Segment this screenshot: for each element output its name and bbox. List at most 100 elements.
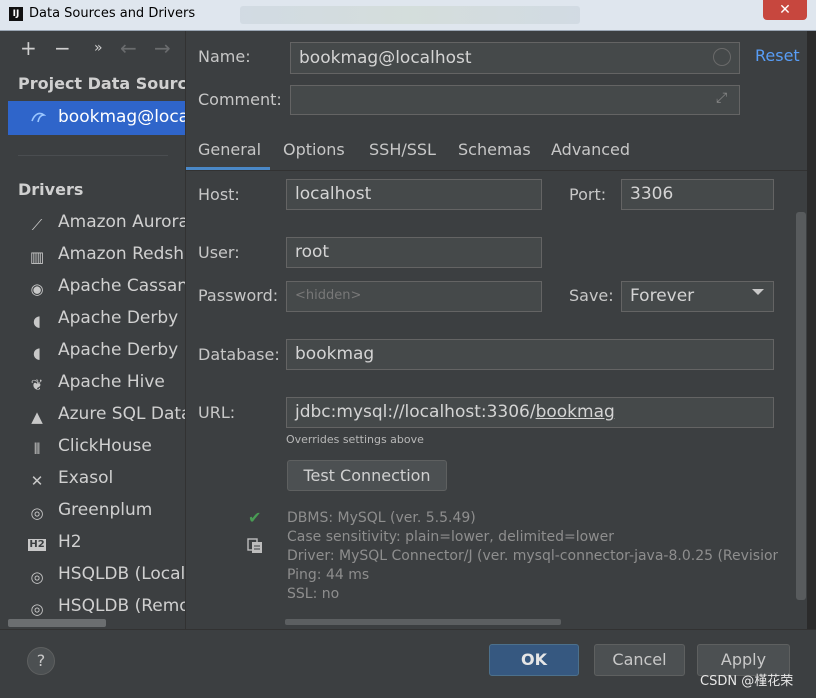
hive-icon: ❦: [30, 376, 44, 394]
driver-label: HSQLDB (Local): [58, 564, 185, 584]
driver-label: Amazon Redshift: [58, 244, 185, 264]
driver-item[interactable]: ◎ Greenplum: [8, 498, 185, 528]
url-label: URL:: [198, 403, 236, 422]
forward-arrow-icon[interactable]: →: [154, 35, 171, 61]
divider: [18, 155, 168, 156]
driver-item[interactable]: ✕ Exasol: [8, 466, 185, 496]
driver-item[interactable]: ⟋ Amazon Aurora: [8, 210, 185, 240]
url-hint: Overrides settings above: [286, 433, 424, 446]
driver-item[interactable]: ◖ Apache Derby (Embedded): [8, 306, 185, 336]
derby-icon: ◖: [33, 344, 41, 362]
comment-field[interactable]: [290, 85, 740, 115]
clickhouse-icon: ⦀: [33, 440, 41, 458]
driver-item[interactable]: ❦ Apache Hive: [8, 370, 185, 400]
footer: [0, 629, 816, 698]
ok-button[interactable]: OK: [489, 644, 579, 676]
copy-icon[interactable]: [247, 538, 263, 554]
save-label: Save:: [569, 286, 614, 305]
title-bar: IJ Data Sources and Drivers ✕: [0, 0, 816, 31]
greenplum-icon: ◎: [30, 504, 44, 522]
h2-icon: H2: [28, 539, 46, 551]
hsqldb-icon: ◎: [30, 568, 44, 586]
drivers-header: Drivers: [18, 180, 84, 199]
project-item-label[interactable]: bookmag@localhost: [58, 107, 185, 127]
more-icon[interactable]: »: [94, 35, 103, 61]
driver-item[interactable]: H2 H2: [8, 530, 185, 560]
divider: [186, 170, 807, 171]
redshift-icon: ▥: [29, 248, 45, 266]
host-label: Host:: [198, 185, 240, 204]
tab-ssh-ssl[interactable]: SSH/SSL: [369, 140, 436, 159]
info-driver: Driver: MySQL Connector/J (ver. mysql-co…: [287, 548, 778, 564]
driver-label: H2: [58, 532, 82, 552]
vertical-scrollbar[interactable]: [796, 212, 806, 600]
back-arrow-icon[interactable]: ←: [120, 35, 137, 61]
test-connection-button[interactable]: Test Connection: [287, 460, 447, 491]
name-field[interactable]: bookmag@localhost: [290, 42, 740, 74]
cassandra-icon: ◉: [30, 280, 44, 298]
host-field[interactable]: localhost: [286, 179, 542, 210]
horizontal-scrollbar[interactable]: [285, 619, 561, 625]
driver-label: Amazon Aurora: [58, 212, 185, 232]
tab-advanced[interactable]: Advanced: [551, 140, 630, 159]
chevron-down-icon[interactable]: [752, 289, 764, 295]
watermark: CSDN @槿花荣: [700, 674, 794, 689]
driver-label: ClickHouse: [58, 436, 152, 456]
reset-link[interactable]: Reset: [755, 46, 800, 65]
background-ide-toolbar: [240, 6, 580, 24]
password-field[interactable]: <hidden>: [286, 281, 542, 312]
driver-item[interactable]: ◉ Apache Cassandra: [8, 274, 185, 304]
derby-icon: ◖: [33, 312, 41, 330]
mysql-dolphin-icon: [31, 112, 46, 123]
driver-item[interactable]: ⦀ ClickHouse: [8, 434, 185, 464]
save-select[interactable]: Forever: [621, 281, 774, 312]
driver-label: Apache Derby (Embedded): [58, 308, 185, 328]
close-button[interactable]: ✕: [763, 0, 807, 20]
url-database: bookmag: [535, 402, 615, 422]
exasol-icon: ✕: [30, 472, 44, 490]
tab-schemas[interactable]: Schemas: [458, 140, 531, 159]
user-label: User:: [198, 243, 240, 262]
project-data-sources-header: Project Data Sources: [18, 74, 185, 93]
check-icon: ✔: [248, 508, 262, 527]
database-field[interactable]: bookmag: [286, 339, 774, 370]
info-dbms: DBMS: MySQL (ver. 5.5.49): [287, 510, 476, 526]
expand-icon[interactable]: ⤢: [716, 90, 734, 108]
tab-general[interactable]: General: [198, 140, 261, 159]
driver-item[interactable]: ◎ HSQLDB (Local): [8, 562, 185, 592]
driver-label: Apache Hive: [58, 372, 165, 392]
info-case-sensitivity: Case sensitivity: plain=lower, delimited…: [287, 529, 614, 545]
url-field[interactable]: jdbc:mysql://localhost:3306/bookmag: [286, 397, 774, 428]
user-field[interactable]: root: [286, 237, 542, 268]
intellij-logo-icon: IJ: [9, 7, 23, 21]
name-status-circle-icon: [713, 48, 731, 66]
azure-icon: ▲: [31, 408, 43, 426]
password-label: Password:: [198, 286, 279, 305]
sidebar: + − » ← → Project Data Sources bookmag@l…: [8, 31, 185, 629]
driver-label: Azure SQL Database: [58, 404, 185, 424]
dialog-window: IJ Data Sources and Drivers ✕ + − » ← → …: [0, 0, 816, 698]
driver-item[interactable]: ◖ Apache Derby (Remote): [8, 338, 185, 368]
sidebar-horizontal-scrollbar[interactable]: [8, 619, 106, 627]
driver-label: Apache Derby (Remote): [58, 340, 185, 360]
window-edge: [807, 31, 816, 697]
remove-icon[interactable]: −: [54, 35, 71, 61]
add-icon[interactable]: +: [20, 35, 37, 61]
window-title: Data Sources and Drivers: [29, 6, 196, 21]
info-ping: Ping: 44 ms: [287, 567, 370, 583]
driver-label: Exasol: [58, 468, 114, 488]
help-button[interactable]: ?: [27, 647, 55, 675]
tab-options[interactable]: Options: [283, 140, 345, 159]
url-prefix: jdbc:mysql://localhost:3306/: [295, 402, 536, 422]
database-label: Database:: [198, 345, 280, 364]
port-field[interactable]: 3306: [621, 179, 774, 210]
aurora-icon: ⟋: [31, 216, 43, 234]
driver-label: Apache Cassandra: [58, 276, 185, 296]
driver-label: Greenplum: [58, 500, 153, 520]
panel-divider[interactable]: [185, 31, 186, 629]
driver-item[interactable]: ▥ Amazon Redshift: [8, 242, 185, 272]
driver-label: HSQLDB (Remote): [58, 596, 185, 616]
hsqldb-icon: ◎: [30, 600, 44, 618]
cancel-button[interactable]: Cancel: [594, 644, 685, 676]
driver-item[interactable]: ▲ Azure SQL Database: [8, 402, 185, 432]
